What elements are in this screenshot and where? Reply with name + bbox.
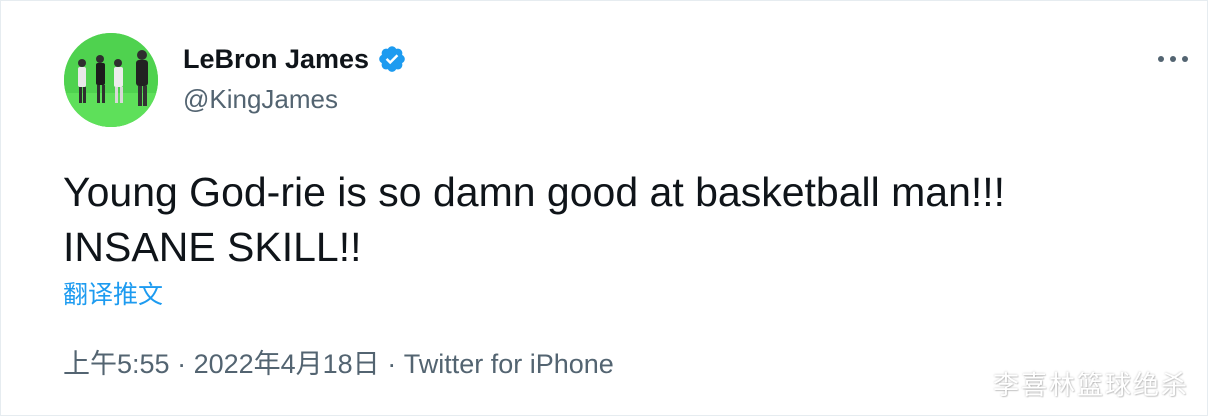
watermark: 李喜林篮球绝杀 [993, 370, 1190, 400]
tweet-text-line: INSANE SKILL!! [63, 224, 362, 270]
tweet-card: LeBron James @KingJames Young God-rie is… [0, 0, 1208, 416]
more-options-button[interactable] [1153, 43, 1193, 75]
author-name[interactable]: LeBron James [183, 41, 369, 77]
tweet-date[interactable]: 2022年4月18日 [194, 346, 380, 382]
author-name-row[interactable]: LeBron James [183, 41, 407, 77]
tweet-text: Young God-rie is so damn good at basketb… [63, 165, 1163, 275]
avatar[interactable] [64, 33, 158, 127]
meta-separator: · [169, 349, 194, 379]
verified-badge-icon [379, 46, 405, 72]
avatar-photo [64, 33, 158, 127]
tweet-meta: 上午5:55 · 2022年4月18日 · Twitter for iPhone [63, 346, 614, 382]
author-handle[interactable]: @KingJames [183, 83, 338, 115]
tweet-time[interactable]: 上午5:55 [63, 346, 170, 382]
translate-tweet-link[interactable]: 翻译推文 [63, 279, 163, 311]
tweet-text-line: Young God-rie is so damn good at basketb… [63, 169, 1006, 215]
tweet-source[interactable]: Twitter for iPhone [404, 346, 614, 382]
meta-separator: · [379, 349, 404, 379]
more-options-icon [1158, 56, 1188, 62]
